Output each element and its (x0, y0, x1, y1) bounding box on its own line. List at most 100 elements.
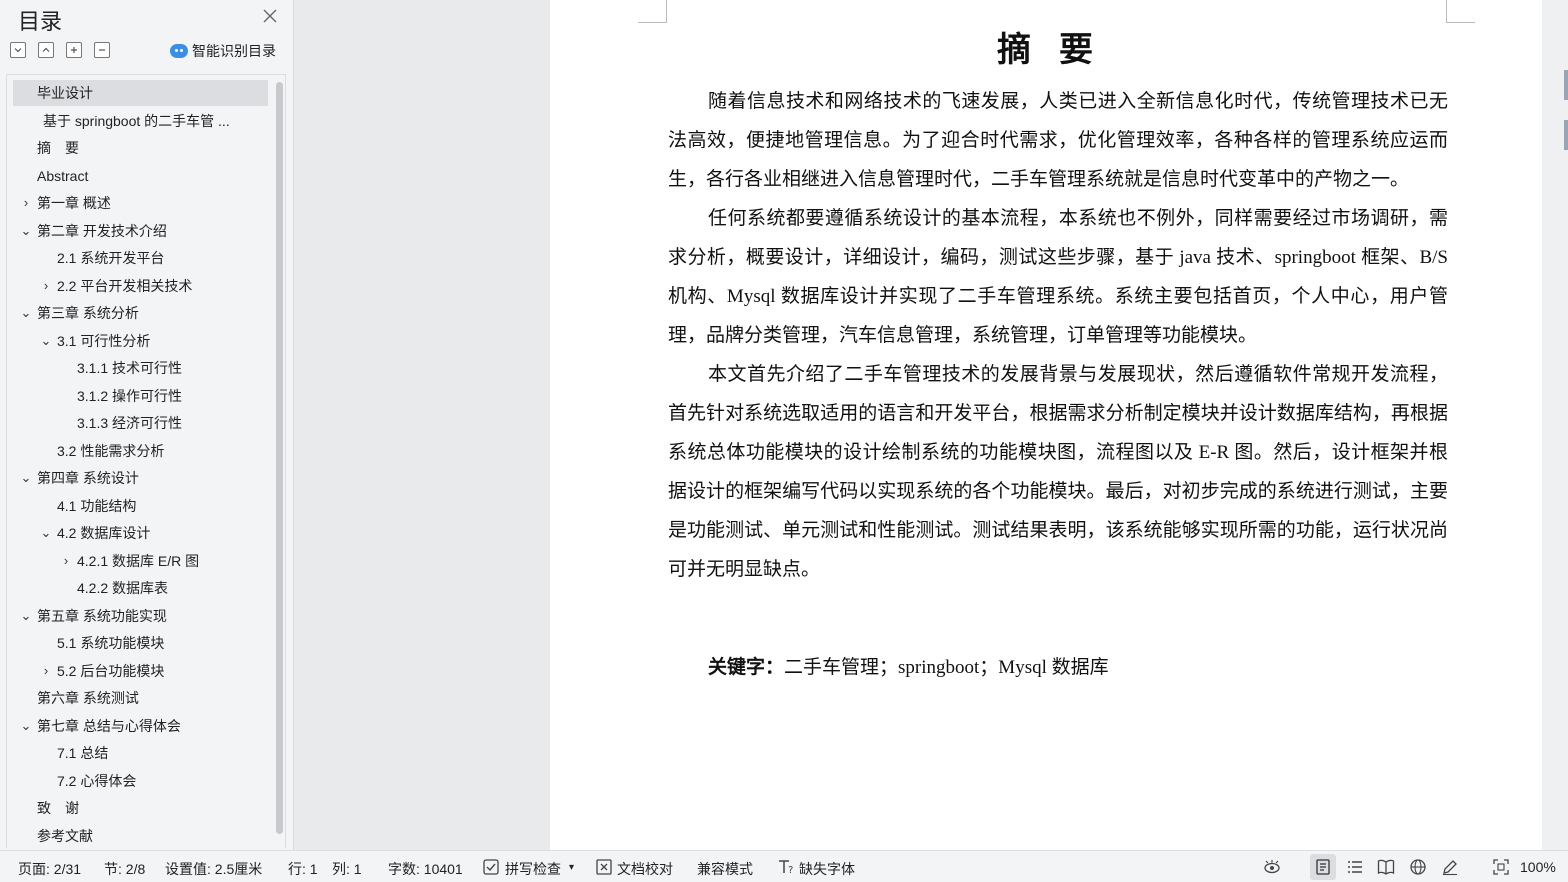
remove-heading-icon[interactable] (94, 42, 110, 58)
chevron-down-icon[interactable]: ⌄ (19, 218, 33, 244)
proofread-icon[interactable] (595, 858, 613, 876)
toc-item-label: 7.2 心得体会 (57, 772, 137, 789)
document-title: 摘要 (997, 30, 1121, 70)
toc-item[interactable]: 基于 springboot 的二手车管 ... (13, 108, 268, 134)
toc-item[interactable]: › 5.2 后台功能模块 (13, 658, 268, 684)
right-side-strip (1542, 0, 1568, 850)
pen-icon[interactable] (1441, 858, 1459, 876)
toc-item[interactable]: 第六章 系统测试 (13, 685, 268, 711)
reading-mode-icon[interactable] (1377, 858, 1395, 876)
toc-item[interactable]: › 4.2.1 数据库 E/R 图 (13, 548, 268, 574)
toc-item[interactable]: 4.1 功能结构 (13, 493, 268, 519)
chevron-down-icon[interactable]: ⌄ (39, 328, 53, 354)
fit-page-icon[interactable] (1492, 858, 1510, 876)
spell-check-button[interactable]: 拼写检查 (505, 859, 561, 879)
chevron-down-icon[interactable]: ⌄ (19, 300, 33, 326)
compat-mode-button[interactable]: 兼容模式 (697, 859, 753, 879)
collapse-up-icon[interactable] (38, 42, 54, 58)
toc-item[interactable]: ⌄ 第五章 系统功能实现 (13, 603, 268, 629)
zoom-level[interactable]: 100% (1520, 859, 1556, 875)
toc-item[interactable]: 3.1.3 经济可行性 (13, 410, 268, 436)
toc-item-label: 2.2 平台开发相关技术 (57, 277, 193, 294)
toc-item-label: 3.1.2 操作可行性 (77, 387, 183, 404)
chevron-right-icon[interactable]: › (19, 190, 33, 216)
toc-item[interactable]: 致 谢 (13, 795, 268, 821)
toc-item-label: 3.2 性能需求分析 (57, 442, 165, 459)
section-indicator: 节: 2/8 (104, 861, 146, 877)
toc-item-label: 3.1.1 技术可行性 (77, 360, 183, 376)
toc-item[interactable]: › 第一章 概述 (13, 190, 268, 216)
toc-item-label: 第七章 总结与心得体会 (37, 717, 181, 734)
toc-item-label: 第一章 概述 (37, 195, 111, 211)
toc-item[interactable]: 毕业设计 (13, 80, 268, 106)
toc-item-label: 摘 要 (37, 140, 79, 156)
paragraph-2[interactable]: 任何系统都要遵循系统设计的基本流程，本系统也不例外，同样需要经过市场调研，需求分… (668, 199, 1448, 355)
setting-value[interactable]: 设置值: 2.5厘米 (165, 859, 262, 879)
spell-check-icon[interactable] (482, 858, 500, 876)
side-tab-marker[interactable] (1564, 70, 1568, 100)
chevron-down-icon[interactable]: ⌄ (39, 520, 53, 546)
web-view-icon[interactable] (1409, 858, 1427, 876)
toc-item[interactable]: 摘 要 (13, 135, 268, 161)
status-bar: 页面: 2/31 节: 2/8 设置值: 2.5厘米 行: 1 列: 1 字数:… (0, 850, 1568, 882)
toc-item[interactable]: ⌄ 第四章 系统设计 (13, 465, 268, 491)
toc-item[interactable]: ⌄ 3.1 可行性分析 (13, 328, 268, 354)
side-tab-marker[interactable] (1564, 120, 1568, 150)
toc-item[interactable]: Abstract (13, 163, 268, 189)
smart-toc-button[interactable]: 智能识别目录 (170, 41, 276, 61)
svg-text:?: ? (788, 865, 793, 876)
chevron-down-icon[interactable]: ⌄ (19, 713, 33, 739)
smart-assistant-icon (170, 44, 188, 58)
chevron-down-icon[interactable]: ▾ (569, 862, 574, 873)
toc-item[interactable]: › 2.2 平台开发相关技术 (13, 273, 268, 299)
toc-item[interactable]: 4.2.2 数据库表 (13, 575, 268, 601)
page-view-icon[interactable] (1310, 854, 1336, 880)
paragraph-1[interactable]: 随着信息技术和网络技术的飞速发展，人类已进入全新信息化时代，传统管理技术已无法高… (668, 82, 1448, 199)
missing-font-button[interactable]: 缺失字体 (799, 859, 855, 879)
document-body[interactable]: 随着信息技术和网络技术的飞速发展，人类已进入全新信息化时代，传统管理技术已无法高… (668, 82, 1448, 589)
keywords-line[interactable]: 关键字：二手车管理；springboot；Mysql 数据库 (708, 652, 1109, 679)
eye-protection-icon[interactable] (1263, 858, 1281, 876)
document-page[interactable]: 摘要 随着信息技术和网络技术的飞速发展，人类已进入全新信息化时代，传统管理技术已… (550, 0, 1542, 850)
margin-mark-top-left (638, 0, 667, 23)
toc-item[interactable]: ⌄ 第二章 开发技术介绍 (13, 218, 268, 244)
toc-item[interactable]: ⌄ 第三章 系统分析 (13, 300, 268, 326)
chevron-down-icon[interactable]: ⌄ (19, 603, 33, 629)
toc-item-label: 毕业设计 (37, 85, 93, 101)
toc-item[interactable]: 7.1 总结 (13, 740, 268, 766)
toc-panel: 目录 智能识别目录 毕业设计基于 springboot 的二手车管 ... 摘 要… (0, 0, 294, 850)
toc-title: 目录 (18, 9, 63, 34)
toc-scrollbar[interactable] (276, 82, 283, 834)
toc-toolbar (10, 42, 110, 60)
toc-item[interactable]: 3.1.1 技术可行性 (13, 355, 268, 381)
toc-item[interactable]: 参考文献 (13, 823, 268, 849)
add-heading-icon[interactable] (66, 42, 82, 58)
word-count[interactable]: 字数: 10401 (388, 859, 463, 879)
row-indicator: 行: 1 (288, 861, 318, 877)
close-icon[interactable] (260, 6, 280, 26)
toc-item[interactable]: 3.2 性能需求分析 (13, 438, 268, 464)
toc-item-label: 第五章 系统功能实现 (37, 607, 167, 624)
keywords-label: 关键字： (708, 657, 785, 678)
toc-item-label: 第六章 系统测试 (37, 690, 139, 706)
chevron-right-icon[interactable]: › (39, 658, 53, 684)
chevron-down-icon[interactable]: ⌄ (19, 465, 33, 491)
outline-view-icon[interactable] (1346, 858, 1364, 876)
expand-down-icon[interactable] (10, 42, 26, 58)
toc-item-label: 致 谢 (37, 800, 79, 816)
missing-font-icon[interactable]: ? (777, 858, 795, 876)
toc-item[interactable]: 5.1 系统功能模块 (13, 630, 268, 656)
proofread-button[interactable]: 文档校对 (617, 859, 673, 879)
paragraph-3[interactable]: 本文首先介绍了二手车管理技术的发展背景与发展现状，然后遵循软件常规开发流程，首先… (668, 355, 1448, 589)
toc-item-label: 4.2 数据库设计 (57, 525, 151, 541)
chevron-right-icon[interactable]: › (39, 273, 53, 299)
page-indicator[interactable]: 页面: 2/31 (18, 859, 81, 879)
toc-item[interactable]: 2.1 系统开发平台 (13, 245, 268, 271)
toc-item[interactable]: ⌄ 4.2 数据库设计 (13, 520, 268, 546)
chevron-right-icon[interactable]: › (59, 548, 73, 574)
toc-item[interactable]: 7.2 心得体会 (13, 768, 268, 794)
col-indicator: 列: 1 (332, 861, 362, 877)
margin-mark-top-right (1446, 0, 1475, 23)
toc-item[interactable]: 3.1.2 操作可行性 (13, 383, 268, 409)
toc-item[interactable]: ⌄ 第七章 总结与心得体会 (13, 713, 268, 739)
